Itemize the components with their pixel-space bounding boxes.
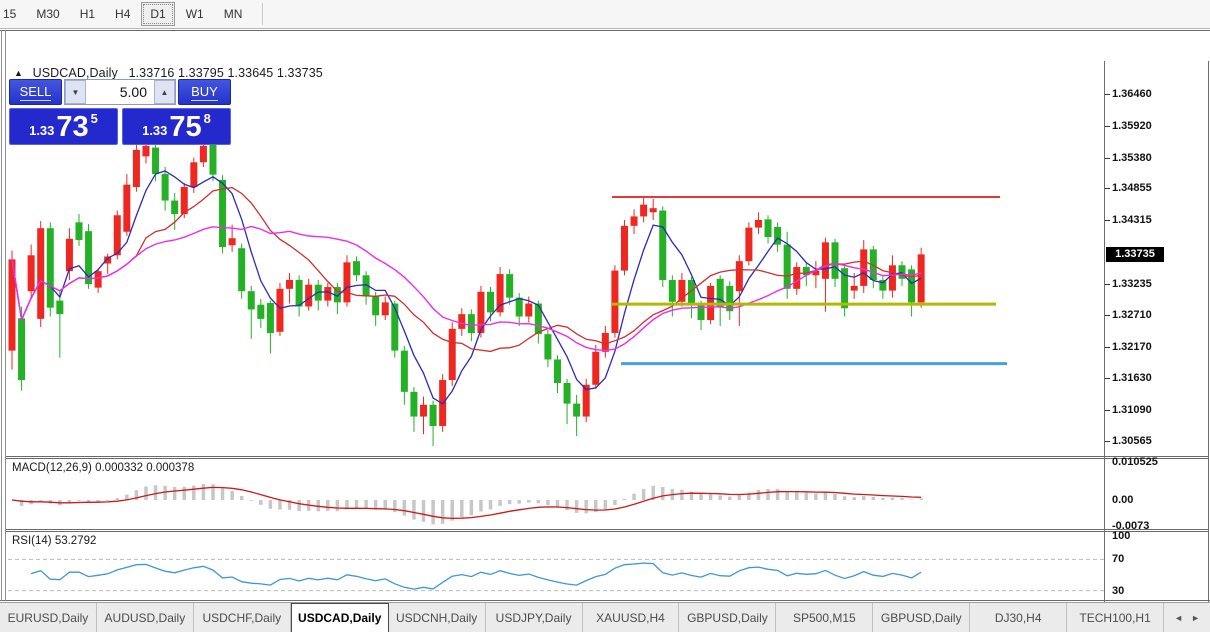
timeframe-button-mn[interactable]: MN — [215, 2, 252, 26]
volume-increase-icon[interactable]: ▲ — [154, 80, 175, 104]
buy-price-head: 1.33 — [142, 123, 167, 138]
chart-tab-usdcnh-daily[interactable]: USDCNH,Daily — [389, 603, 486, 632]
price-axis-label: 1.35920 — [1112, 120, 1152, 132]
current-price-tag: 1.33735 — [1106, 247, 1164, 262]
toolbar-divider — [262, 3, 263, 25]
chart-window: ▲ USDCAD,Daily 1.33716 1.33795 1.33645 1… — [0, 30, 1210, 601]
price-axis-label: 1.36460 — [1112, 88, 1152, 100]
window-left-edge-inner — [5, 30, 6, 601]
macd-axis-label: 0.010525 — [1112, 456, 1158, 468]
price-axis-tick — [1105, 188, 1110, 189]
buy-button[interactable]: BUY — [178, 79, 231, 105]
price-axis-tick — [1105, 378, 1110, 379]
price-axis-tick — [1105, 347, 1110, 348]
rsi-axis-label: 100 — [1112, 530, 1130, 542]
chart-tab-audusd-daily[interactable]: AUDUSD,Daily — [97, 603, 194, 632]
rsi-axis-label: 30 — [1112, 585, 1124, 597]
price-axis-label: 1.34855 — [1112, 182, 1152, 194]
price-axis-label: 1.35380 — [1112, 152, 1152, 164]
chart-tab-usdcad-daily[interactable]: USDCAD,Daily — [291, 603, 389, 632]
price-axis-label: 1.30565 — [1112, 435, 1152, 447]
price-axis-label: 1.32710 — [1112, 309, 1152, 321]
timeframe-button-h1[interactable]: H1 — [71, 2, 104, 26]
tab-scroll-right-icon[interactable]: ► — [1191, 613, 1200, 623]
price-axis-tick — [1105, 158, 1110, 159]
price-axis-tick — [1105, 220, 1110, 221]
chart-tab-usdchf-daily[interactable]: USDCHF,Daily — [194, 603, 291, 632]
volume-input[interactable]: 5.00 — [86, 80, 154, 104]
window-left-edge — [1, 30, 2, 601]
price-axis-tick — [1105, 410, 1110, 411]
sell-price-big: 73 — [56, 113, 88, 142]
timeframe-button-h4[interactable]: H4 — [106, 2, 139, 26]
price-axis-label: 1.31630 — [1112, 372, 1152, 384]
chart-tab-xauusd-h4[interactable]: XAUUSD,H4 — [583, 603, 680, 632]
timeframe-button-w1[interactable]: W1 — [177, 2, 213, 26]
sell-price-pip: 5 — [91, 111, 98, 126]
window-right-border — [1208, 61, 1209, 632]
price-axis-label: 1.33235 — [1112, 278, 1152, 290]
rsi-axis-label: 70 — [1112, 553, 1124, 565]
chart-tab-dj30-h4[interactable]: DJ30,H4 — [970, 603, 1067, 632]
chart-tab-bar: EURUSD,DailyAUDUSD,DailyUSDCHF,DailyUSDC… — [0, 602, 1210, 632]
sell-button[interactable]: SELL — [9, 79, 62, 105]
buy-price-pip: 8 — [204, 111, 211, 126]
price-axis-tick — [1105, 126, 1110, 127]
price-axis-label: 1.34315 — [1112, 214, 1152, 226]
price-axis-tick — [1105, 94, 1110, 95]
sell-price-head: 1.33 — [29, 123, 54, 138]
buy-price-box[interactable]: 1.33 75 8 — [122, 108, 231, 145]
price-axis-tick — [1105, 441, 1110, 442]
tab-scroll-arrows: ◄► — [1164, 603, 1210, 632]
chart-tab-gbpusd-daily[interactable]: GBPUSD,Daily — [679, 603, 776, 632]
price-axis-label: 1.31090 — [1112, 404, 1152, 416]
macd-label: MACD(12,26,9) 0.000332 0.000378 — [12, 462, 194, 474]
price-axis-tick — [1105, 284, 1110, 285]
mt4-window: 15M30H1H4D1W1MN ▲ USDCAD,Daily 1.33716 1… — [0, 0, 1210, 632]
macd-axis-label: 0.00 — [1112, 494, 1133, 506]
timeframe-button-d1[interactable]: D1 — [141, 2, 174, 26]
chart-tab-gbpusd-daily[interactable]: GBPUSD,Daily — [873, 603, 970, 632]
chart-tab-sp500-m15[interactable]: SP500,M15 — [776, 603, 873, 632]
timeframe-toolbar: 15M30H1H4D1W1MN — [0, 0, 1210, 29]
buy-price-big: 75 — [169, 113, 201, 142]
chart-tab-usdjpy-daily[interactable]: USDJPY,Daily — [486, 603, 583, 632]
volume-spinner: ▼ 5.00 ▲ — [64, 79, 176, 105]
chart-tab-tech100-h1[interactable]: TECH100,H1 — [1067, 603, 1164, 632]
timeframe-button-15[interactable]: 15 — [0, 2, 25, 26]
timeframe-button-m30[interactable]: M30 — [27, 2, 68, 26]
one-click-trade-panel: SELL ▼ 5.00 ▲ BUY 1.33 73 5 1.33 75 8 — [9, 79, 231, 145]
chart-tab-eurusd-daily[interactable]: EURUSD,Daily — [0, 603, 97, 632]
price-axis-label: 1.32170 — [1112, 341, 1152, 353]
price-axis-tick — [1105, 315, 1110, 316]
rsi-label: RSI(14) 53.2792 — [12, 535, 96, 547]
volume-decrease-icon[interactable]: ▼ — [65, 80, 86, 104]
tab-scroll-left-icon[interactable]: ◄ — [1174, 613, 1183, 623]
sell-price-box[interactable]: 1.33 73 5 — [9, 108, 118, 145]
